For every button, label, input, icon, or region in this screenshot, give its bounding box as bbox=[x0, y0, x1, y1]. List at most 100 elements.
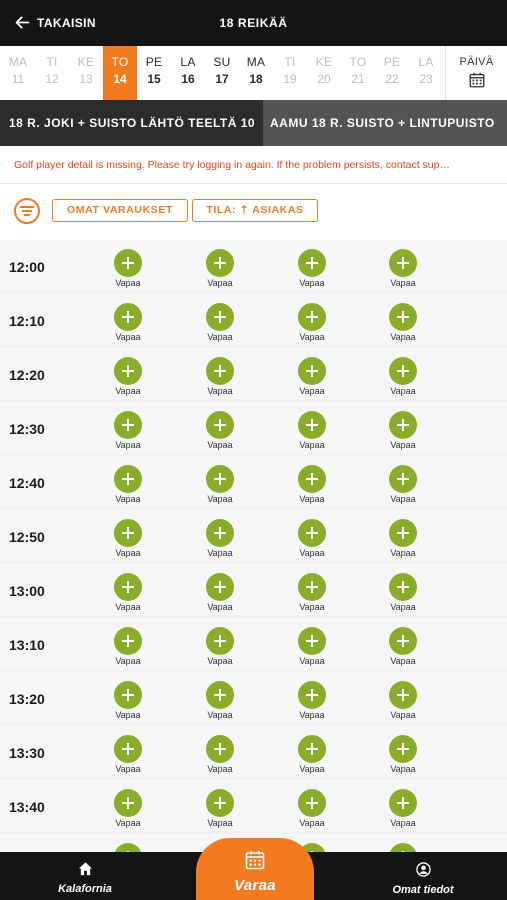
add-player-button[interactable]: Vapaa bbox=[195, 249, 245, 288]
add-player-button[interactable]: Vapaa bbox=[287, 681, 337, 720]
add-player-button[interactable]: Vapaa bbox=[103, 789, 153, 828]
add-player-button[interactable]: Vapaa bbox=[195, 789, 245, 828]
date-item[interactable]: LA 16 bbox=[171, 46, 205, 100]
add-player-button[interactable] bbox=[378, 843, 428, 852]
plus-icon bbox=[114, 465, 142, 493]
add-player-button[interactable]: Vapaa bbox=[103, 735, 153, 774]
add-player-button[interactable] bbox=[103, 843, 153, 852]
add-player-button[interactable]: Vapaa bbox=[287, 303, 337, 342]
add-player-button[interactable]: Vapaa bbox=[103, 573, 153, 612]
spot-status: Vapaa bbox=[207, 602, 233, 612]
plus-icon bbox=[114, 627, 142, 655]
add-player-button[interactable]: Vapaa bbox=[103, 681, 153, 720]
date-item[interactable]: SU 17 bbox=[205, 46, 239, 100]
nav-home-label: Kalafornia bbox=[58, 883, 112, 895]
add-player-button[interactable]: Vapaa bbox=[195, 465, 245, 504]
add-player-button[interactable]: Vapaa bbox=[195, 303, 245, 342]
add-player-button[interactable]: Vapaa bbox=[378, 627, 428, 666]
spot-status: Vapaa bbox=[115, 494, 141, 504]
add-player-button[interactable]: Vapaa bbox=[103, 411, 153, 450]
plus-icon bbox=[206, 249, 234, 277]
plus-icon bbox=[206, 681, 234, 709]
add-player-button[interactable]: Vapaa bbox=[103, 303, 153, 342]
tee-time-row: 12:40 Vapaa Vapaa Vapaa Vapaa bbox=[0, 456, 507, 507]
date-item[interactable]: PE 15 bbox=[137, 46, 171, 100]
add-player-button[interactable]: Vapaa bbox=[378, 735, 428, 774]
add-player-button[interactable]: Vapaa bbox=[287, 735, 337, 774]
plus-icon bbox=[389, 249, 417, 277]
date-item[interactable]: KE 13 bbox=[69, 46, 103, 100]
add-player-button[interactable]: Vapaa bbox=[378, 789, 428, 828]
add-player-button[interactable]: Vapaa bbox=[287, 627, 337, 666]
add-player-button[interactable]: Vapaa bbox=[287, 357, 337, 396]
add-player-button[interactable]: Vapaa bbox=[287, 411, 337, 450]
add-player-button[interactable]: Vapaa bbox=[195, 573, 245, 612]
date-item[interactable]: TI 19 bbox=[273, 46, 307, 100]
add-player-button[interactable]: Vapaa bbox=[287, 573, 337, 612]
date-item[interactable]: MA 18 bbox=[239, 46, 273, 100]
spot-status: Vapaa bbox=[115, 710, 141, 720]
add-player-button[interactable]: Vapaa bbox=[103, 627, 153, 666]
tee-time-row: 12:50 Vapaa Vapaa Vapaa Vapaa bbox=[0, 510, 507, 561]
tee-time: 12:00 bbox=[9, 259, 45, 275]
spot-status: Vapaa bbox=[299, 386, 325, 396]
tab-course-aamu-suisto-lintupuisto[interactable]: AAMU 18 R. SUISTO + LINTUPUISTO bbox=[263, 100, 507, 146]
plus-icon bbox=[114, 411, 142, 439]
add-player-button[interactable]: Vapaa bbox=[287, 249, 337, 288]
spot-status: Vapaa bbox=[390, 440, 416, 450]
date-item[interactable]: KE 20 bbox=[307, 46, 341, 100]
spot-status: Vapaa bbox=[115, 278, 141, 288]
add-player-button[interactable]: Vapaa bbox=[103, 519, 153, 558]
date-weekday: PE bbox=[383, 55, 401, 69]
add-player-button[interactable]: Vapaa bbox=[378, 249, 428, 288]
date-item[interactable]: TO 21 bbox=[341, 46, 375, 100]
add-player-button[interactable]: Vapaa bbox=[195, 357, 245, 396]
date-item[interactable]: PE 22 bbox=[375, 46, 409, 100]
add-player-button[interactable]: Vapaa bbox=[103, 249, 153, 288]
add-player-button[interactable]: Vapaa bbox=[378, 519, 428, 558]
date-item[interactable]: TI 12 bbox=[35, 46, 69, 100]
add-player-button[interactable]: Vapaa bbox=[195, 411, 245, 450]
date-item[interactable]: LA 23 bbox=[409, 46, 443, 100]
tee-time: 12:50 bbox=[9, 529, 45, 545]
spot-status: Vapaa bbox=[115, 656, 141, 666]
add-player-button[interactable]: Vapaa bbox=[103, 357, 153, 396]
nav-home[interactable]: Kalafornia bbox=[45, 852, 125, 900]
add-player-button[interactable]: Vapaa bbox=[103, 465, 153, 504]
add-player-button[interactable]: Vapaa bbox=[287, 519, 337, 558]
add-player-button[interactable]: Vapaa bbox=[195, 519, 245, 558]
add-player-button[interactable]: Vapaa bbox=[195, 735, 245, 774]
add-player-button[interactable]: Vapaa bbox=[378, 465, 428, 504]
nav-book-button[interactable]: Varaa bbox=[196, 838, 314, 900]
spot-status: Vapaa bbox=[390, 332, 416, 342]
add-player-button[interactable]: Vapaa bbox=[378, 681, 428, 720]
nav-profile[interactable]: Omat tiedot bbox=[378, 852, 468, 900]
status-filter-button[interactable]: TILA: ⇡ ASIAKAS bbox=[192, 199, 318, 222]
plus-icon bbox=[114, 681, 142, 709]
add-player-button[interactable]: Vapaa bbox=[195, 627, 245, 666]
spot-status: Vapaa bbox=[390, 818, 416, 828]
spot-status: Vapaa bbox=[299, 764, 325, 774]
day-picker-button[interactable]: PÄIVÄ bbox=[445, 46, 507, 100]
add-player-button[interactable]: Vapaa bbox=[378, 573, 428, 612]
add-player-button[interactable]: Vapaa bbox=[378, 303, 428, 342]
date-item[interactable]: MA 11 bbox=[1, 46, 35, 100]
date-item[interactable]: TO 14 bbox=[103, 46, 137, 100]
date-number: 13 bbox=[79, 72, 93, 86]
add-player-button[interactable]: Vapaa bbox=[287, 789, 337, 828]
spot-status: Vapaa bbox=[115, 332, 141, 342]
add-player-button[interactable]: Vapaa bbox=[287, 465, 337, 504]
add-player-button[interactable]: Vapaa bbox=[195, 681, 245, 720]
nav-book-label: Varaa bbox=[234, 877, 276, 894]
add-player-button[interactable]: Vapaa bbox=[378, 411, 428, 450]
add-player-button[interactable]: Vapaa bbox=[378, 357, 428, 396]
filter-icon[interactable] bbox=[14, 198, 40, 224]
spot-status: Vapaa bbox=[390, 710, 416, 720]
date-weekday: KE bbox=[315, 55, 333, 69]
plus-icon bbox=[298, 573, 326, 601]
plus-icon bbox=[389, 303, 417, 331]
date-number: 19 bbox=[283, 72, 297, 86]
tee-time-row: 12:00 Vapaa Vapaa Vapaa Vapaa bbox=[0, 240, 507, 291]
tab-course-joki-suisto[interactable]: 18 R. JOKI + SUISTO LÄHTÖ TEELTÄ 10 bbox=[0, 100, 263, 146]
my-bookings-button[interactable]: OMAT VARAUKSET bbox=[52, 199, 188, 222]
